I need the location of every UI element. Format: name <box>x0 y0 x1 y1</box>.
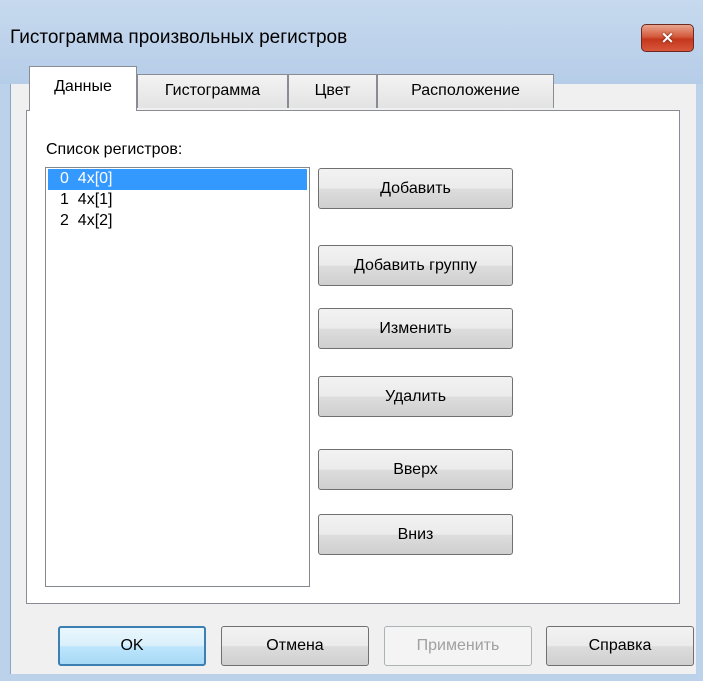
register-list-label: Список регистров: <box>46 141 183 158</box>
add-button[interactable]: Добавить <box>318 168 513 209</box>
move-up-button[interactable]: Вверх <box>318 449 513 490</box>
tab-layout[interactable]: Расположение <box>377 74 554 108</box>
register-listbox[interactable]: 0 4x[0] 1 4x[1] 2 4x[2] <box>45 167 310 587</box>
edit-button[interactable]: Изменить <box>318 308 513 349</box>
list-item[interactable]: 2 4x[2] <box>48 211 307 232</box>
cancel-button[interactable]: Отмена <box>221 626 369 666</box>
close-icon: × <box>660 28 675 48</box>
ok-button[interactable]: OK <box>58 626 206 666</box>
dialog-window: Гистограмма произвольных регистров × Дан… <box>0 0 703 681</box>
list-item[interactable]: 1 4x[1] <box>48 190 307 211</box>
add-group-button[interactable]: Добавить группу <box>318 245 513 286</box>
move-down-button[interactable]: Вниз <box>318 514 513 555</box>
apply-button[interactable]: Применить <box>384 626 532 666</box>
window-title: Гистограмма произвольных регистров <box>10 27 348 48</box>
tab-histogram[interactable]: Гистограмма <box>137 74 288 108</box>
tab-data[interactable]: Данные <box>29 66 137 111</box>
tab-color[interactable]: Цвет <box>288 74 377 108</box>
close-button[interactable]: × <box>641 24 694 52</box>
help-button[interactable]: Справка <box>546 626 694 666</box>
list-item[interactable]: 0 4x[0] <box>48 169 307 190</box>
delete-button[interactable]: Удалить <box>318 376 513 417</box>
